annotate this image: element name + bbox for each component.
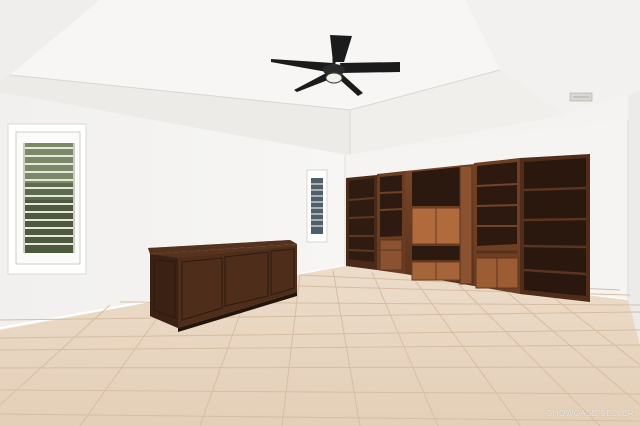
left-window bbox=[7, 123, 87, 275]
room-illustration bbox=[0, 0, 640, 426]
bookcase-section-4 bbox=[474, 158, 520, 294]
bookcase-section-3 bbox=[405, 164, 474, 286]
bookcase-section-1 bbox=[346, 175, 377, 270]
middle-window bbox=[306, 169, 328, 243]
bookcase-section-5 bbox=[520, 154, 590, 302]
bookcase-section-2 bbox=[377, 171, 405, 274]
air-vent bbox=[569, 92, 593, 102]
watermark-logo: SHOWCASE SELLER bbox=[546, 409, 634, 418]
room-photo: SHOWCASE SELLER bbox=[0, 0, 640, 426]
